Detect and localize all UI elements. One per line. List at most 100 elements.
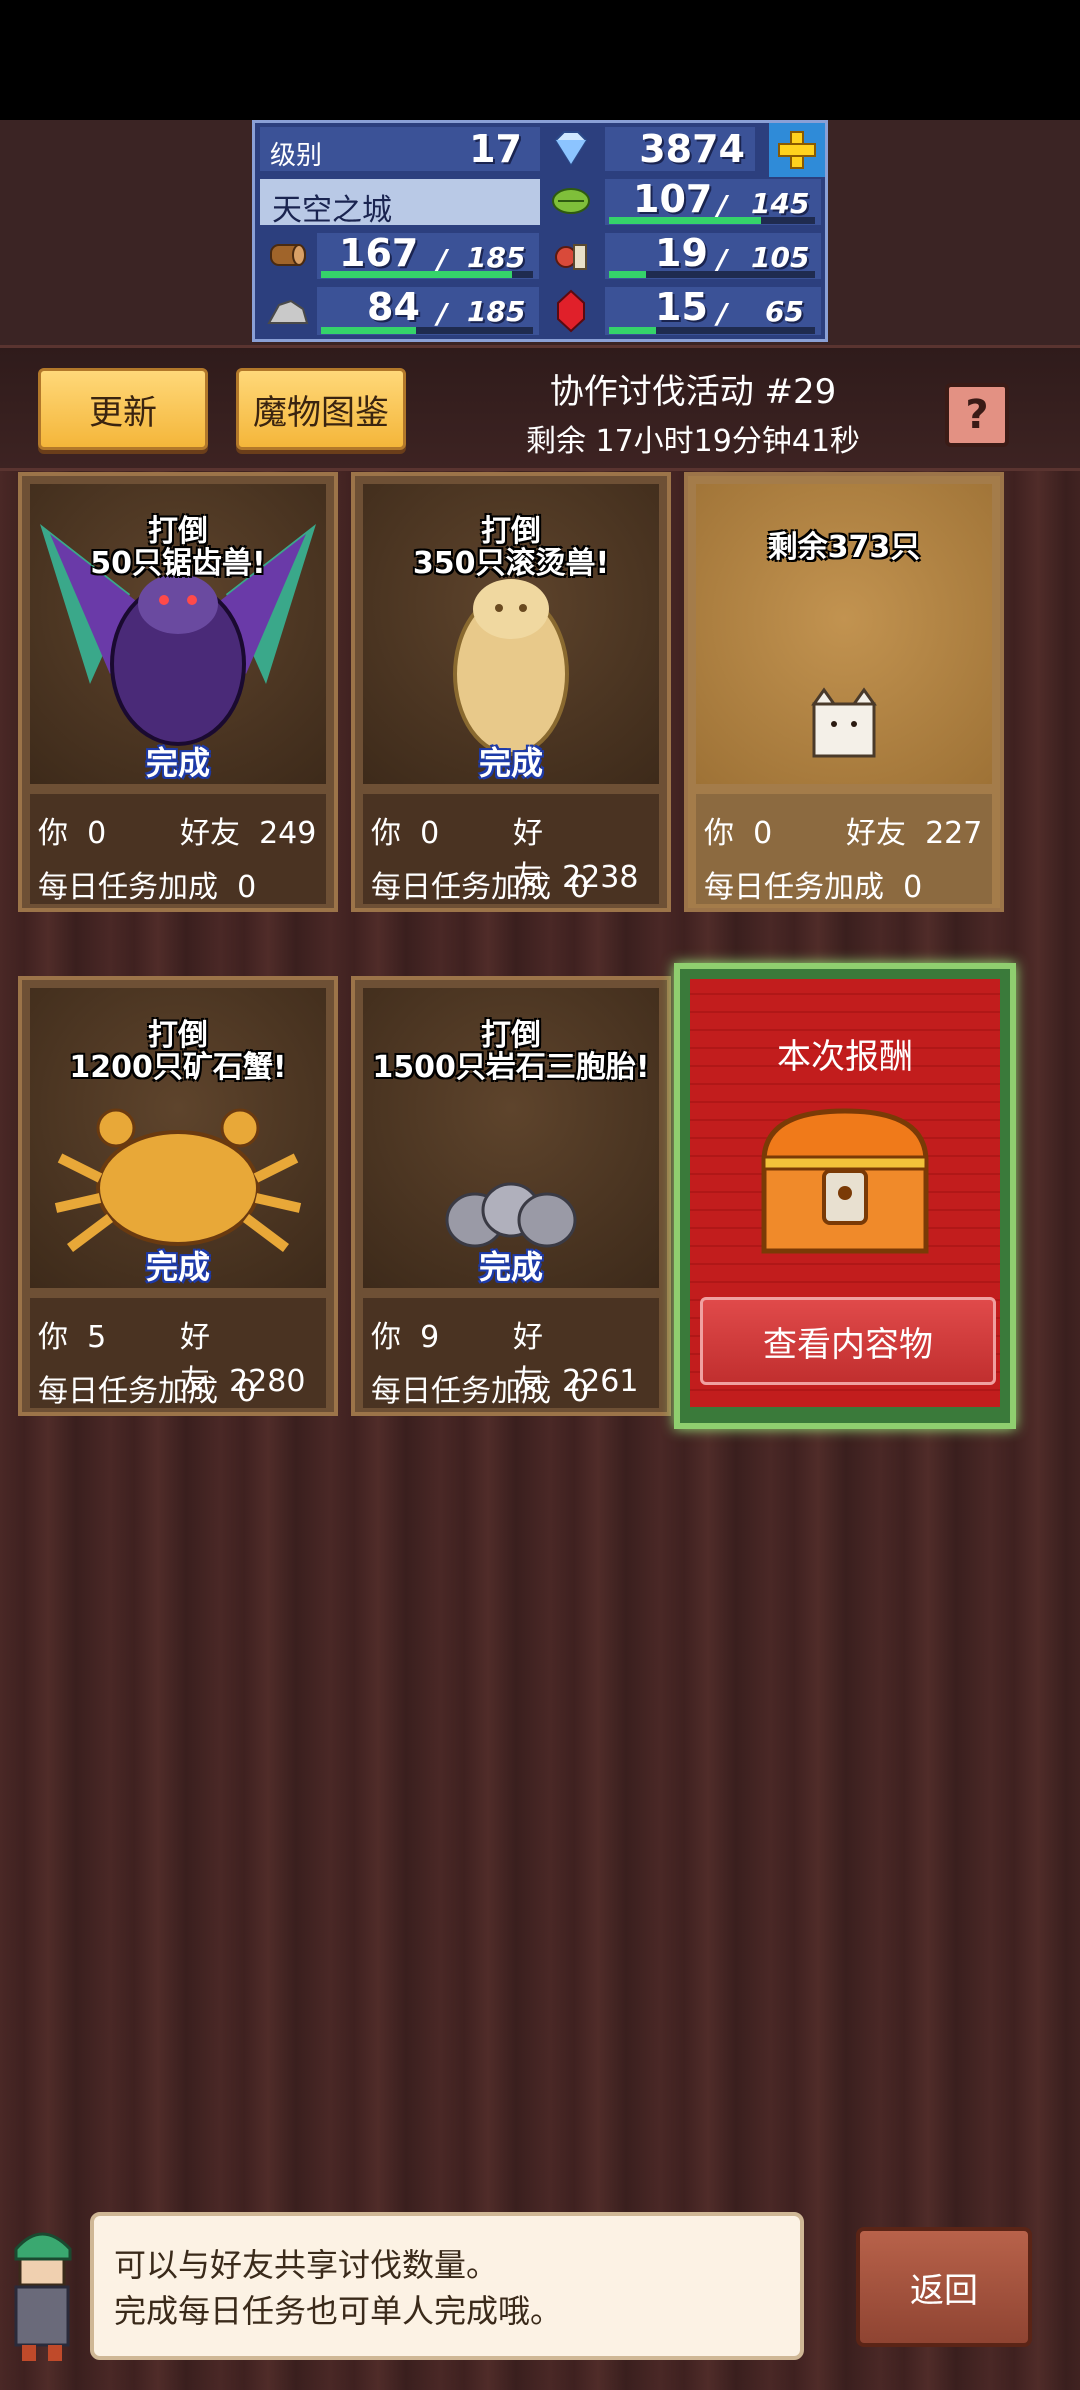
bonus: 每日任务加成 0: [38, 1366, 256, 1410]
you-count: 你 5: [38, 1312, 106, 1356]
bonus-label: 每日任务加成: [704, 870, 884, 905]
view-contents-button[interactable]: 查看内容物: [700, 1297, 996, 1385]
hunt-card-2[interactable]: 打倒 350只滚烫兽! 完成 你 0 好友 2238 每日任务加成 0: [351, 472, 671, 912]
event-timer: 剩余 17小时19分钟41秒: [525, 424, 861, 459]
card-caption: 打倒 50只锯齿兽!: [22, 516, 334, 580]
card-stats: 你 0 好友 227 每日任务加成 0: [696, 794, 992, 906]
town-name-cell: 天空之城: [260, 179, 540, 228]
status-bar: [0, 0, 1080, 120]
you-value: 0: [753, 816, 773, 851]
caption-line2: 50只锯齿兽!: [90, 546, 266, 581]
card-stats: 你 5 好友 2280 每日任务加成 0: [30, 1298, 326, 1410]
ore-cell: 84 / 185: [317, 285, 539, 335]
white-cat-monster-icon: [811, 687, 877, 758]
event-title: 协作讨伐活动 #29: [549, 372, 837, 412]
you-label: 你: [371, 1320, 401, 1355]
you-value: 9: [420, 1320, 440, 1355]
reward-card[interactable]: 本次报酬 查看内容物: [674, 963, 1016, 1429]
bonus-value: 0: [903, 870, 923, 905]
produce-max: 105: [751, 241, 810, 274]
complete-label: 完成: [145, 744, 210, 782]
help-button[interactable]: ?: [945, 383, 1009, 447]
ruby-cell: 15 / 65: [605, 285, 821, 335]
gems-cell: 3874: [605, 127, 755, 171]
caption-line1: 打倒: [481, 514, 541, 549]
you-count: 你 0: [371, 808, 439, 852]
produce-cell: 19 / 105: [605, 231, 821, 279]
bonus: 每日任务加成 0: [371, 862, 589, 906]
bonus: 每日任务加成 0: [704, 862, 922, 906]
advisor-dialog: 可以与好友共享讨伐数量。 完成每日任务也可单人完成哦。: [90, 2212, 804, 2360]
wood-value: 167: [339, 231, 419, 275]
you-value: 0: [87, 816, 107, 851]
card-stats: 你 9 好友 2261 每日任务加成 0: [363, 1298, 659, 1410]
card-stats: 你 0 好友 249 每日任务加成 0: [30, 794, 326, 906]
caption-line1: 打倒: [148, 514, 208, 549]
caption-line2: 1500只岩石三胞胎!: [372, 1050, 650, 1085]
food-bar: [609, 217, 815, 224]
wood-max: 185: [467, 241, 526, 274]
bestiary-button[interactable]: 魔物图鉴: [236, 368, 406, 450]
complete-label: 完成: [478, 1248, 543, 1286]
ruby-max: 65: [765, 295, 804, 328]
produce-value: 19: [655, 231, 708, 275]
food-value: 107: [633, 177, 713, 221]
reward-title: 本次报酬: [777, 1037, 913, 1077]
ore-slash: /: [437, 297, 448, 330]
plus-icon: [778, 131, 816, 169]
friend-count: 好友 227: [846, 808, 982, 852]
complete-label: 完成: [145, 1248, 210, 1286]
dialog-line1: 可以与好友共享讨伐数量。: [114, 2246, 499, 2284]
add-gems-button[interactable]: [769, 123, 825, 177]
hunt-card-3[interactable]: 剩余373只 你 0 好友 227 每日任务加成 0: [684, 472, 1004, 912]
hunt-card-4[interactable]: 打倒 1200只矿石蟹! 完成 你 5 好友 2280 每日任务加成 0: [18, 976, 338, 1416]
you-count: 你 9: [371, 1312, 439, 1356]
bonus: 每日任务加成 0: [371, 1366, 589, 1410]
bonus-label: 每日任务加成: [371, 1374, 551, 1409]
bonus-label: 每日任务加成: [38, 1374, 218, 1409]
hunt-card-5[interactable]: 打倒 1500只岩石三胞胎! 完成 你 9 好友 2261 每日任务加成 0: [351, 976, 671, 1416]
you-value: 0: [420, 816, 440, 851]
resource-panel: 级别 17 3874 天空之城 107 / 145 167 / 185 19 /…: [252, 120, 828, 342]
ruby-value: 15: [655, 285, 708, 329]
level-label: 级别: [270, 141, 323, 171]
card-caption: 打倒 1500只岩石三胞胎!: [355, 1020, 667, 1084]
back-button[interactable]: 返回: [856, 2227, 1032, 2347]
wood-cell: 167 / 185: [317, 231, 539, 279]
wood-bar: [321, 271, 533, 278]
caption-line1: 剩余373只: [767, 530, 921, 565]
ore-bar: [321, 327, 533, 334]
you-label: 你: [704, 816, 734, 851]
gems-value: 3874: [639, 127, 745, 171]
bonus-value: 0: [237, 870, 257, 905]
ruby-bar: [609, 327, 815, 334]
level-cell: 级别 17: [260, 127, 540, 171]
produce-icon: [555, 244, 587, 270]
you-label: 你: [38, 1320, 68, 1355]
hunt-card-1[interactable]: 打倒 50只锯齿兽! 完成 你 0 好友 249 每日任务加成 0: [18, 472, 338, 912]
card-stats: 你 0 好友 2238 每日任务加成 0: [363, 794, 659, 906]
level-value: 17: [469, 127, 522, 171]
you-label: 你: [371, 816, 401, 851]
friend-label: 好友: [846, 816, 906, 851]
you-count: 你 0: [704, 808, 772, 852]
card-caption: 打倒 350只滚烫兽!: [355, 516, 667, 580]
food-cell: 107 / 145: [605, 177, 821, 225]
you-label: 你: [38, 816, 68, 851]
caption-line1: 打倒: [481, 1018, 541, 1053]
update-button[interactable]: 更新: [38, 368, 208, 450]
friend-value: 227: [925, 816, 983, 851]
card-caption: 打倒 1200只矿石蟹!: [22, 1020, 334, 1084]
complete-label: 完成: [478, 744, 543, 782]
friend-value: 249: [259, 816, 317, 851]
ore-icon: [267, 299, 309, 324]
you-count: 你 0: [38, 808, 106, 852]
bonus-value: 0: [570, 1374, 590, 1409]
bonus: 每日任务加成 0: [38, 862, 256, 906]
friend-count: 好友 249: [180, 808, 316, 852]
bonus-label: 每日任务加成: [371, 870, 551, 905]
advisor-avatar: [14, 2232, 72, 2361]
gem-icon: [554, 131, 588, 166]
card-art: [696, 484, 992, 784]
caption-line2: 350只滚烫兽!: [412, 546, 610, 581]
